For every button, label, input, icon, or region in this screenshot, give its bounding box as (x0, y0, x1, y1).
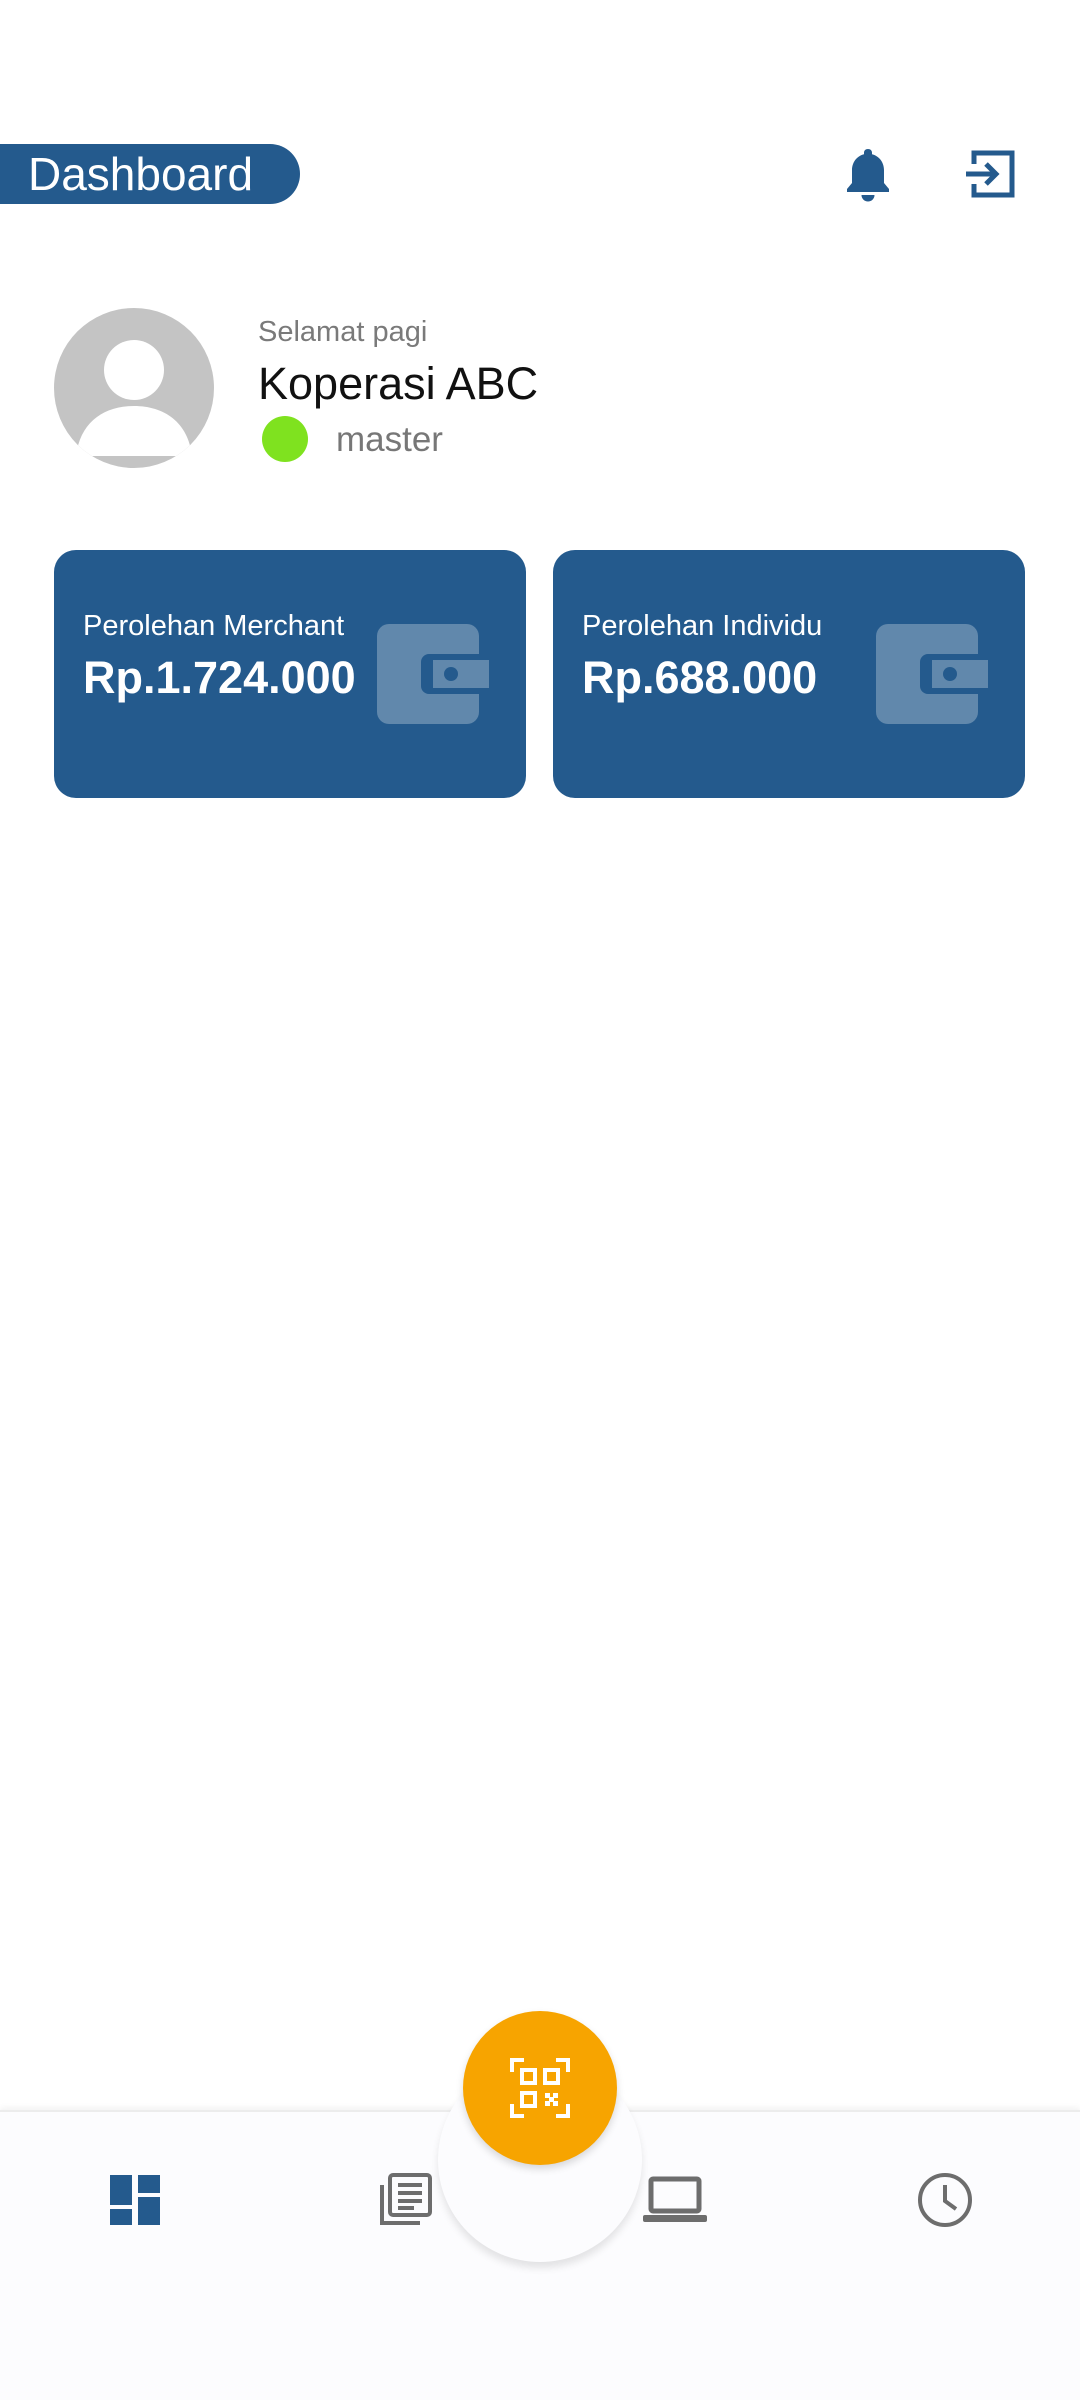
nav-news[interactable] (365, 2160, 445, 2240)
logout-button[interactable] (954, 138, 1026, 210)
dashboard-icon (110, 2175, 160, 2225)
company-name: Koperasi ABC (258, 358, 539, 409)
merchant-earnings-card[interactable]: Perolehan Merchant Rp.1.724.000 (54, 550, 526, 798)
nav-history[interactable] (905, 2160, 985, 2240)
online-status-indicator (262, 416, 308, 462)
wallet-icon (377, 624, 489, 724)
card-label: Perolehan Individu (582, 610, 823, 642)
history-icon (918, 2173, 972, 2227)
page-title: Dashboard (0, 144, 300, 204)
news-icon (380, 2173, 432, 2225)
user-placeholder-icon (76, 340, 192, 456)
user-role: master (336, 420, 443, 459)
card-value: Rp.688.000 (582, 652, 818, 703)
card-value: Rp.1.724.000 (83, 652, 356, 703)
notification-button[interactable] (832, 138, 904, 210)
nav-dashboard[interactable] (95, 2160, 175, 2240)
qr-scan-icon (510, 2058, 570, 2118)
qr-scan-button[interactable] (463, 2011, 617, 2165)
laptop-icon (643, 2176, 707, 2222)
card-label: Perolehan Merchant (83, 610, 345, 642)
nav-laptop[interactable] (635, 2160, 715, 2240)
avatar (54, 308, 214, 468)
greeting-text: Selamat pagi (258, 316, 428, 348)
wallet-icon (876, 624, 988, 724)
individual-earnings-card[interactable]: Perolehan Individu Rp.688.000 (553, 550, 1025, 798)
logout-icon (966, 150, 1015, 198)
dashboard-screen: Dashboard Selamat pagi Koperasi ABC mast… (0, 0, 1080, 2400)
bell-icon (847, 149, 889, 202)
